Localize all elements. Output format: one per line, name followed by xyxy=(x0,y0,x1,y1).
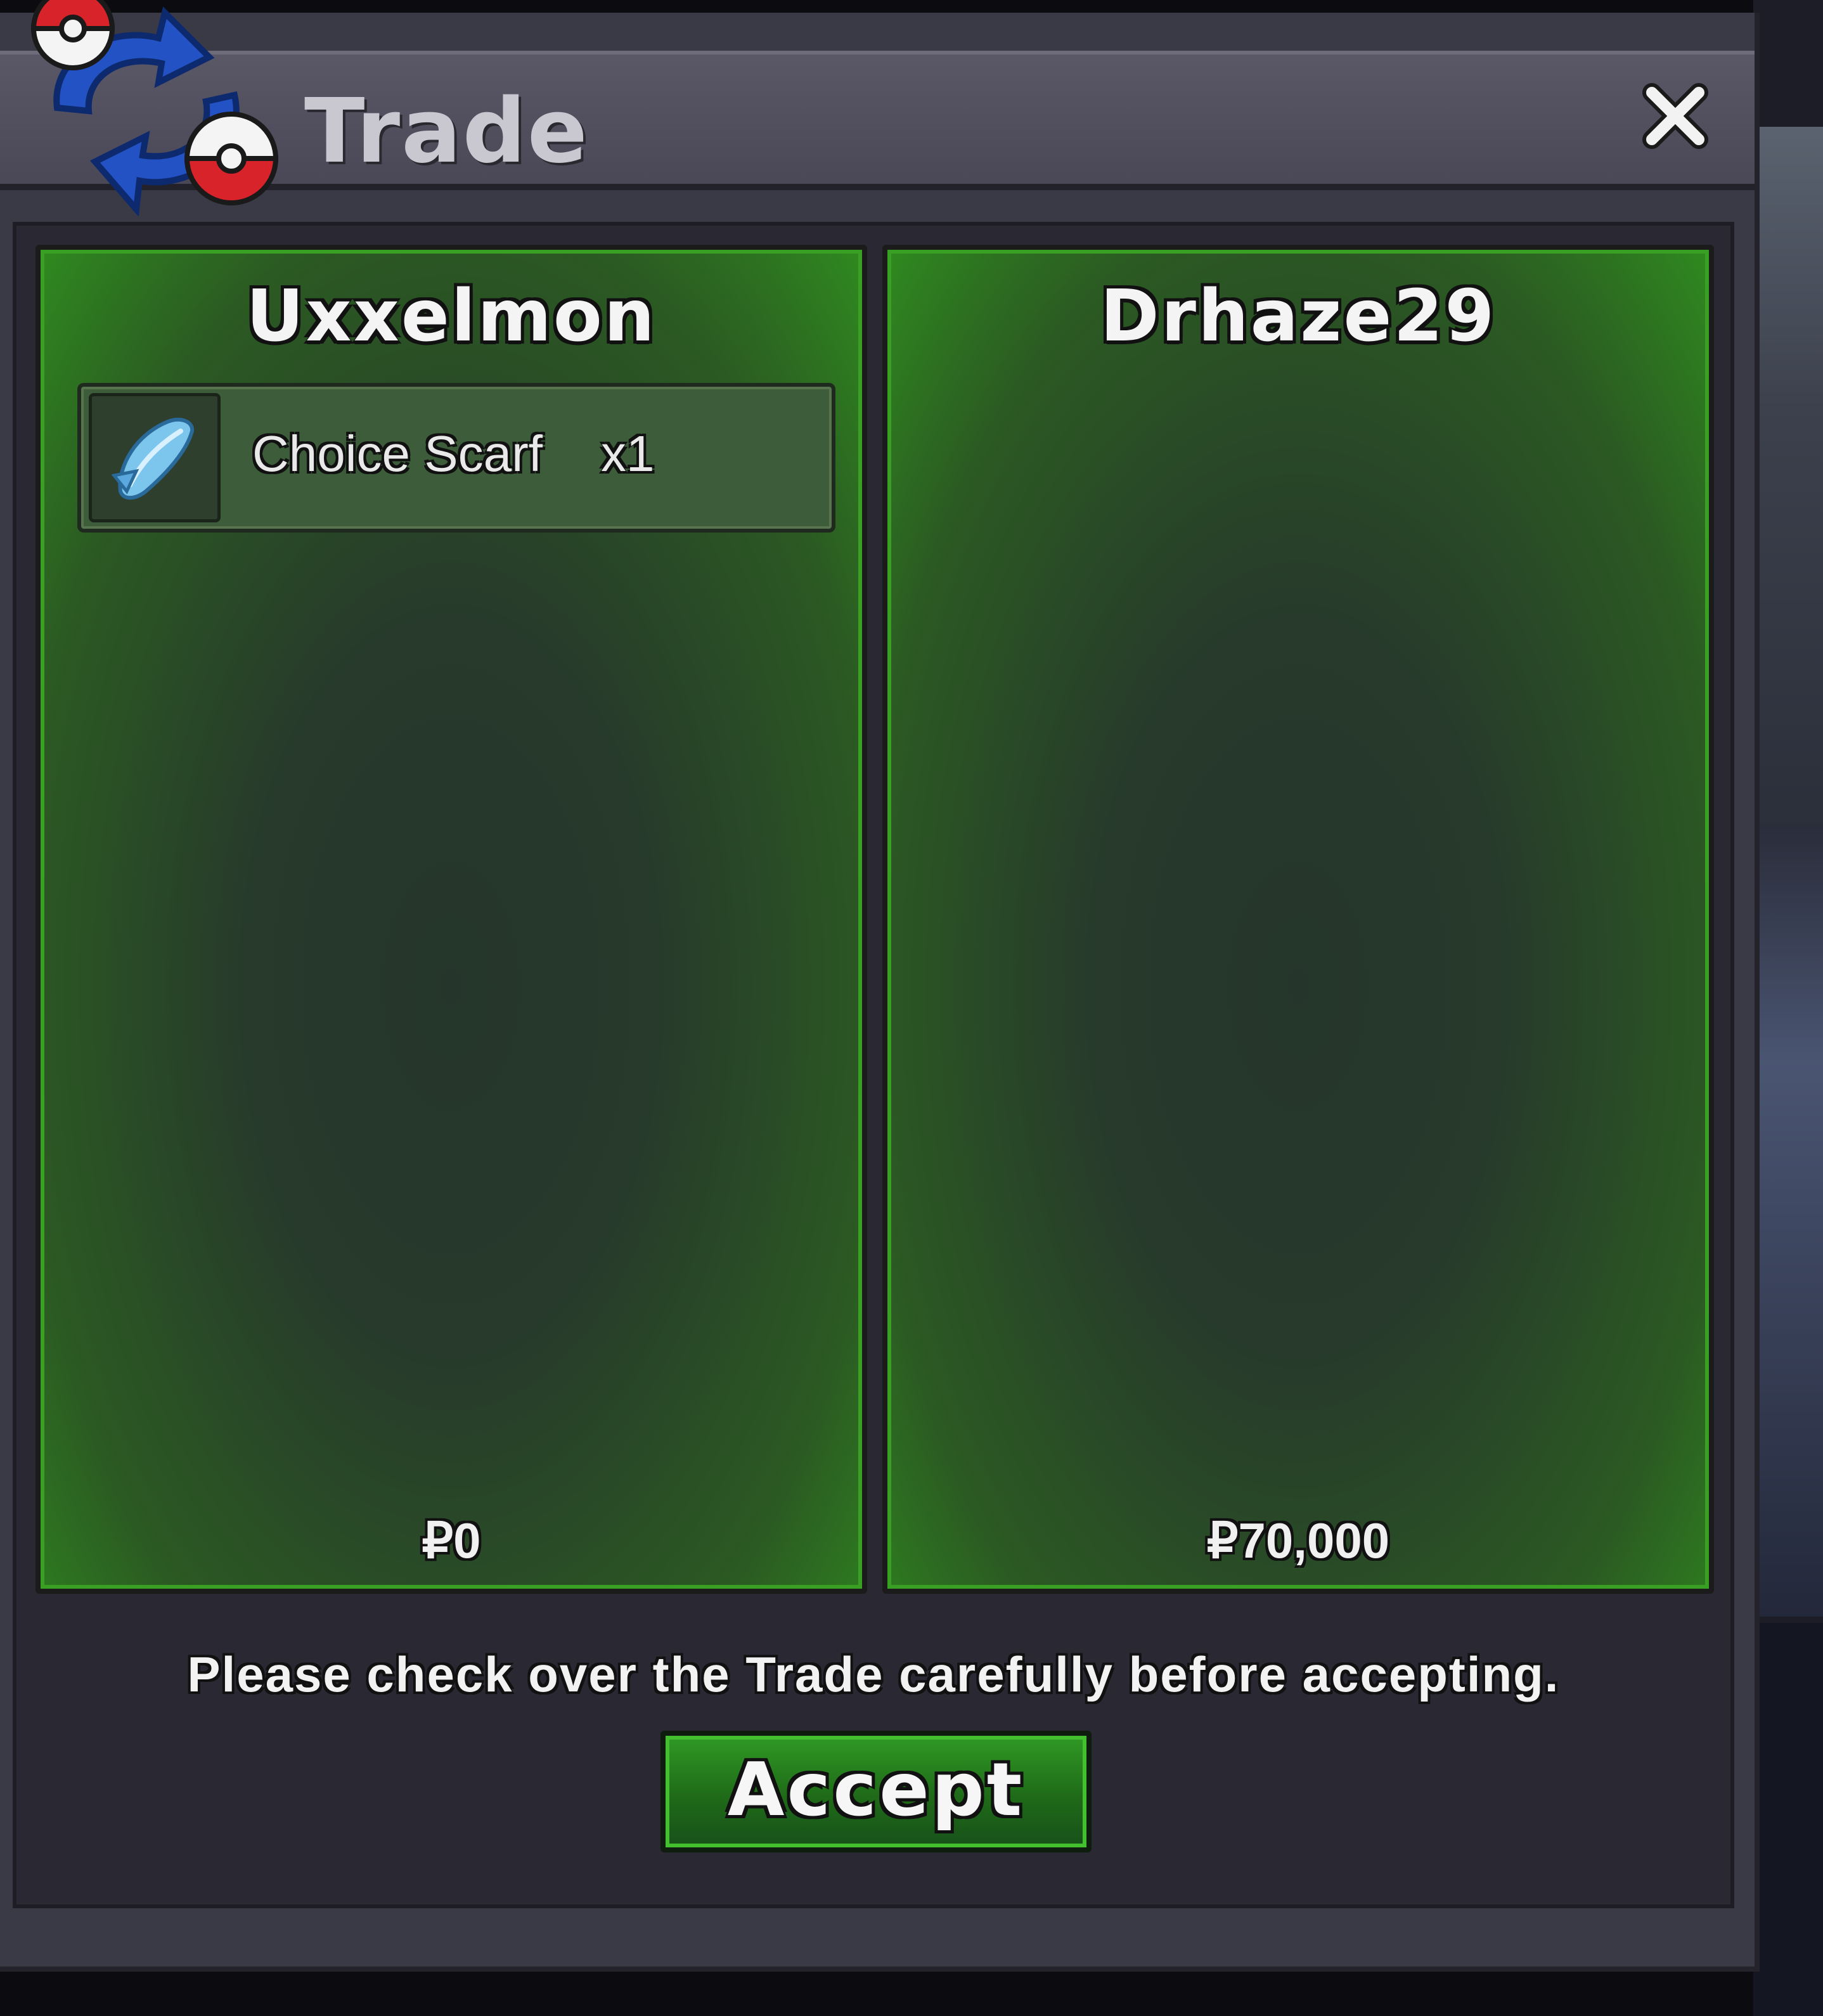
chat-panel-edge xyxy=(1753,1623,1823,2016)
background-game-scene xyxy=(1753,0,1823,2016)
trade-notice: Please check over the Trade carefully be… xyxy=(187,1646,1560,1702)
player-name-left: Uxxelmon xyxy=(246,275,657,358)
trade-content: Uxxelmon Choice Scarf x1 ₽0 Drhaze29 ₽70… xyxy=(13,222,1734,1908)
trade-item-row[interactable]: Choice Scarf x1 xyxy=(77,383,835,533)
trade-window: Trade Uxxelmon Choice Scarf x1 ₽0 Drhaze… xyxy=(0,0,1760,1972)
accept-button-label: Accept xyxy=(727,1747,1025,1833)
close-icon xyxy=(1642,83,1708,149)
player-name-right: Drhaze29 xyxy=(1100,275,1497,358)
scarf-icon xyxy=(111,417,195,500)
item-icon-slot xyxy=(89,393,221,522)
item-quantity: x1 xyxy=(601,425,655,482)
window-title: Trade xyxy=(304,80,589,183)
accept-button[interactable]: Accept xyxy=(660,1731,1092,1852)
background-scenery xyxy=(1753,824,1823,1617)
item-name: Choice Scarf xyxy=(252,425,543,482)
close-button[interactable] xyxy=(1640,81,1710,151)
pokeball-trade-icon xyxy=(30,0,279,217)
trade-panel-left: Uxxelmon Choice Scarf x1 ₽0 xyxy=(35,245,867,1594)
trade-panel-right: Drhaze29 ₽70,000 xyxy=(882,245,1714,1594)
background-scenery xyxy=(1753,127,1823,824)
money-amount-right: ₽70,000 xyxy=(1206,1513,1390,1568)
money-amount-left: ₽0 xyxy=(422,1513,481,1568)
